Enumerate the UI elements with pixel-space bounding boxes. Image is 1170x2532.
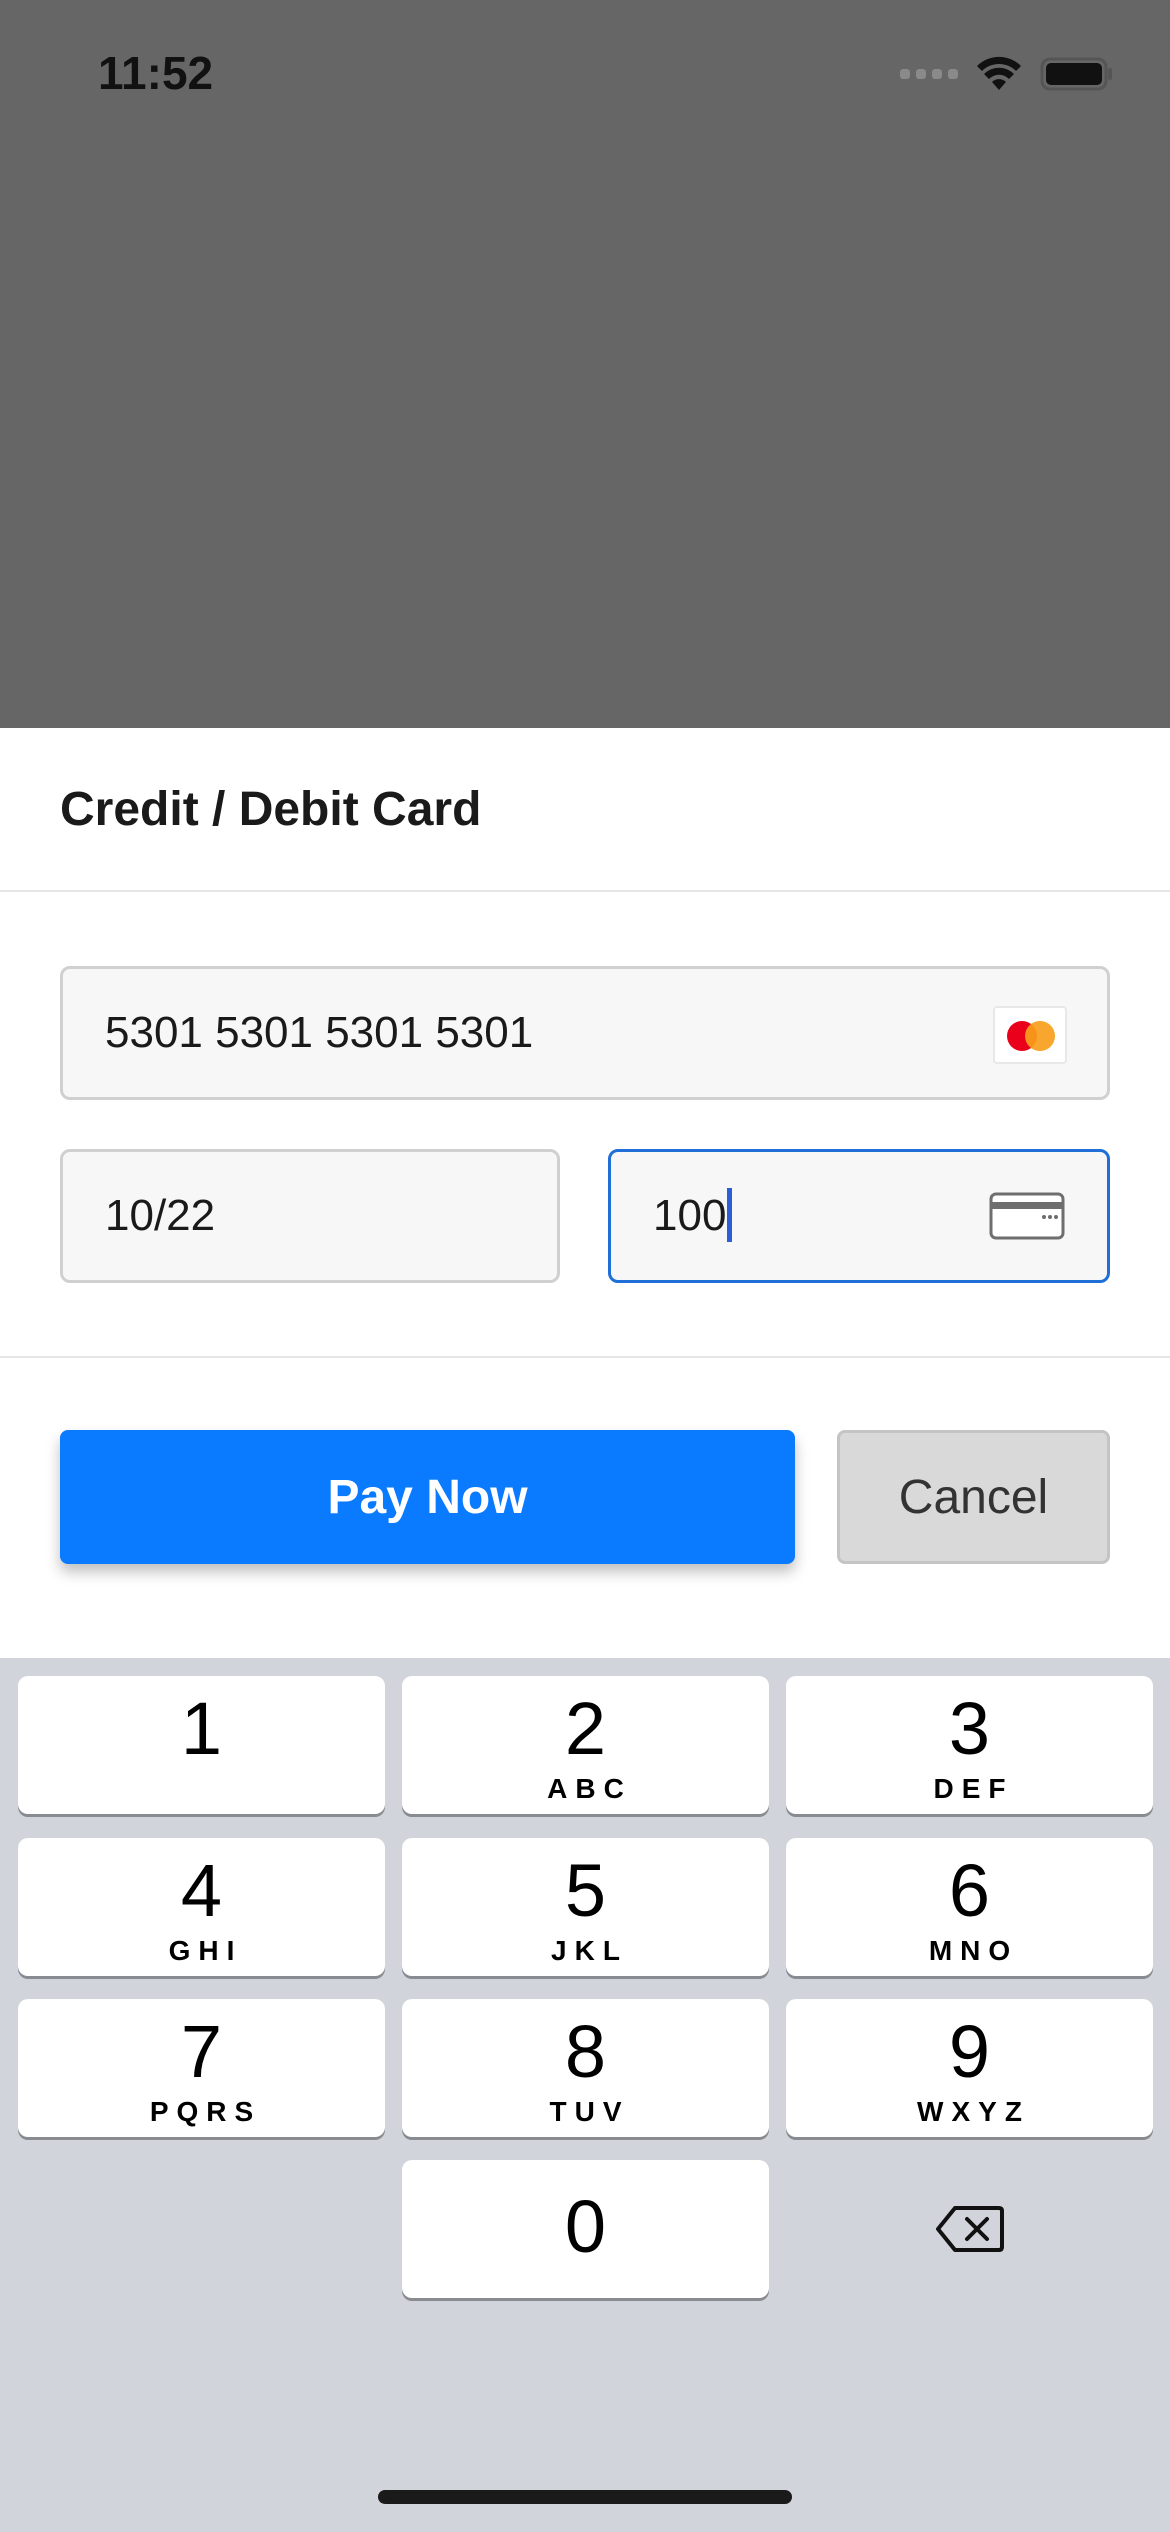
key-6[interactable]: 6 MNO [786,1838,1153,1976]
text-caret [727,1188,733,1243]
key-2-digit: 2 [564,1687,607,1770]
expiry-value: 10/22 [105,1191,216,1240]
mastercard-icon [993,1006,1067,1064]
key-2-letters: ABC [547,1773,632,1804]
cvc-field[interactable]: 100 [608,1149,1110,1283]
key-3-letters: DEF [933,1773,1014,1804]
key-4[interactable]: 4 GHI [18,1838,385,1976]
cellular-signal-icon [900,69,958,79]
home-indicator[interactable] [378,2490,792,2504]
key-6-digit: 6 [948,1849,991,1932]
key-1-digit: 1 [180,1687,223,1770]
battery-icon [1040,57,1112,91]
key-7-digit: 7 [180,2010,223,2093]
key-0[interactable]: 0 [402,2160,769,2298]
key-7[interactable]: 7 PQRS [18,1999,385,2137]
sheet-title: Credit / Debit Card [60,783,482,836]
cancel-button[interactable]: Cancel [837,1430,1110,1564]
wifi-icon [977,56,1021,90]
status-icons [900,52,1114,96]
key-1[interactable]: 1 [18,1676,385,1814]
key-5[interactable]: 5 JKL [402,1838,769,1976]
actions-divider [0,1356,1170,1358]
key-2[interactable]: 2 ABC [402,1676,769,1814]
pay-now-button[interactable]: Pay Now [60,1430,795,1564]
cvc-value-wrap: 100 [653,1152,733,1280]
key-9-digit: 9 [948,2010,991,2093]
key-9-letters: WXYZ [917,2096,1030,2127]
card-number-value: 5301 5301 5301 5301 [105,1008,534,1057]
key-8-digit: 8 [564,2010,607,2093]
card-back-cvc-icon [989,1192,1065,1240]
delete-key[interactable] [786,2160,1153,2298]
header-divider [0,890,1170,892]
card-number-field[interactable]: 5301 5301 5301 5301 [60,966,1110,1100]
key-7-letters: PQRS [149,2096,262,2127]
key-5-letters: JKL [551,1935,628,1966]
status-time: 11:52 [98,47,214,99]
key-6-letters: MNO [928,1935,1019,1966]
key-8-letters: TUV [549,2096,630,2127]
key-4-letters: GHI [168,1935,243,1966]
status-bar: 11:52 [0,0,1170,150]
key-5-digit: 5 [564,1849,607,1932]
key-3-digit: 3 [948,1687,991,1770]
key-4-digit: 4 [180,1849,223,1932]
key-0-digit: 0 [564,2185,607,2268]
cvc-value: 100 [653,1191,727,1240]
key-3[interactable]: 3 DEF [786,1676,1153,1814]
backspace-icon [935,2206,1004,2252]
key-8[interactable]: 8 TUV [402,1999,769,2137]
key-9[interactable]: 9 WXYZ [786,1999,1153,2137]
expiry-field[interactable]: 10/22 [60,1149,560,1283]
